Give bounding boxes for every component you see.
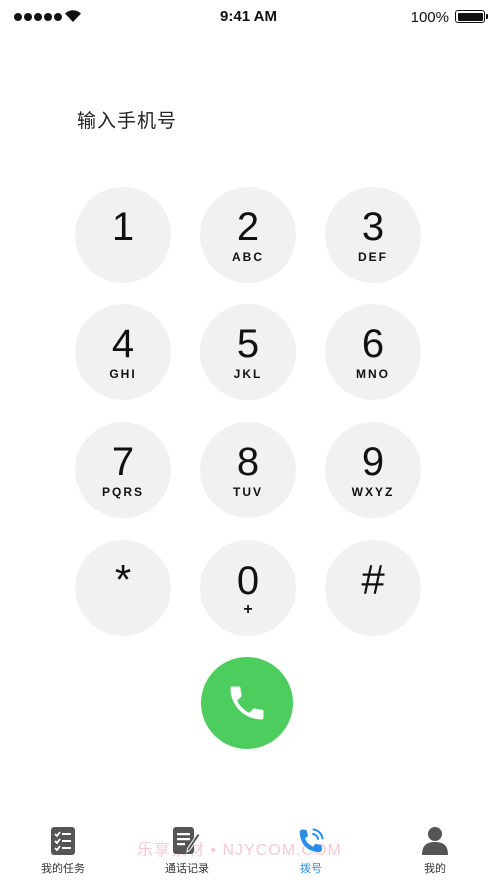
key-6[interactable]: 6 MNO xyxy=(325,304,421,400)
key-digit: 0 xyxy=(236,559,260,603)
key-star[interactable]: * xyxy=(75,540,171,636)
tab-label: 拨号 xyxy=(300,863,322,875)
key-digit: 4 xyxy=(111,321,135,366)
key-letters: PQRS xyxy=(101,484,144,499)
key-3[interactable]: 3 DEF xyxy=(325,187,421,283)
key-digit: 3 xyxy=(361,204,385,249)
phone-handset-icon xyxy=(230,686,264,720)
key-4[interactable]: 4 GHI xyxy=(75,304,171,400)
key-9[interactable]: 9 WXYZ xyxy=(325,422,421,518)
key-digit: # xyxy=(361,555,385,603)
key-digit: * xyxy=(114,555,132,603)
key-letters: ABC xyxy=(232,249,264,264)
key-digit: 7 xyxy=(111,439,135,484)
key-5[interactable]: 5 JKL xyxy=(200,304,296,400)
tab-label: 我的任务 xyxy=(41,863,85,875)
phone-number-prompt[interactable]: 输入手机号 xyxy=(77,106,177,133)
key-letters: DEF xyxy=(358,249,388,264)
key-digit: 1 xyxy=(111,204,135,249)
tab-label: 通话记录 xyxy=(165,863,209,875)
key-letters: WXYZ xyxy=(351,484,395,499)
key-letters: MNO xyxy=(356,366,390,381)
battery-icon xyxy=(455,10,488,23)
phone-dial-icon xyxy=(299,828,324,852)
key-letters: TUV xyxy=(233,484,263,499)
key-7[interactable]: 7 PQRS xyxy=(75,422,171,518)
key-hash[interactable]: # xyxy=(325,540,421,636)
tab-call-log[interactable]: 通话记录 xyxy=(137,826,237,876)
key-1[interactable]: 1 xyxy=(75,187,171,283)
tab-dial[interactable]: 拨号 xyxy=(261,826,361,876)
status-bar: 9:41 AM 100% xyxy=(0,0,497,34)
key-0[interactable]: 0 + xyxy=(200,540,296,636)
call-log-icon xyxy=(173,827,201,854)
key-digit: 9 xyxy=(361,439,385,484)
tab-bar: 我的任务 通话记录 拨号 我的 xyxy=(0,812,497,883)
key-digit: 6 xyxy=(361,321,385,366)
tab-my-tasks[interactable]: 我的任务 xyxy=(13,826,113,876)
battery-percentage: 100% xyxy=(410,9,449,26)
user-icon xyxy=(422,827,448,855)
key-letters: JKL xyxy=(233,366,263,381)
key-digit: 8 xyxy=(236,439,260,484)
key-letters: GHI xyxy=(109,366,137,381)
key-digit: 2 xyxy=(236,204,260,249)
key-digit: 5 xyxy=(236,321,260,366)
tab-me[interactable]: 我的 xyxy=(385,826,485,876)
key-letters: + xyxy=(243,601,253,618)
call-button[interactable] xyxy=(201,657,293,749)
tab-label: 我的 xyxy=(424,863,446,875)
key-2[interactable]: 2 ABC xyxy=(200,187,296,283)
task-list-icon xyxy=(51,827,75,855)
key-8[interactable]: 8 TUV xyxy=(200,422,296,518)
